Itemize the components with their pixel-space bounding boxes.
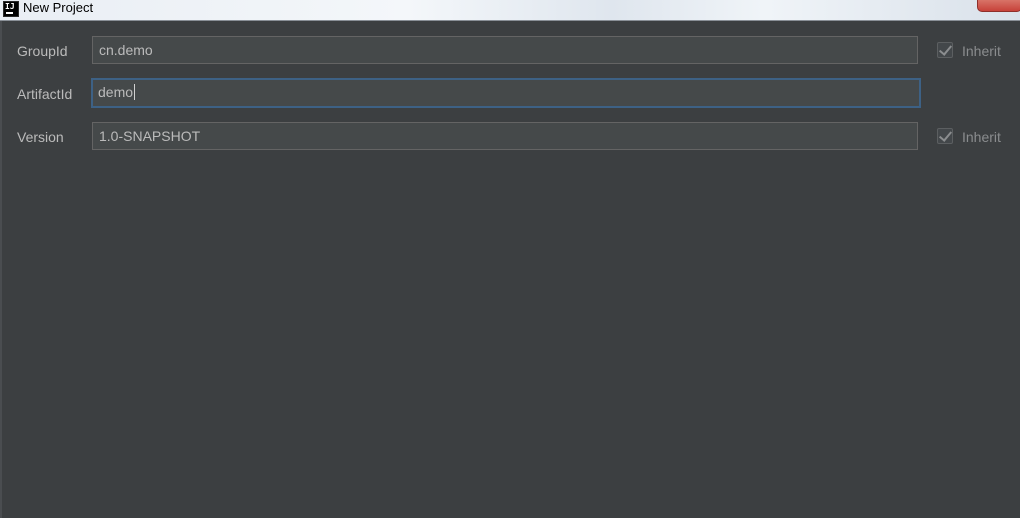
window-border (0, 21, 2, 518)
version-label: Version (17, 129, 64, 145)
checkmark-icon (938, 42, 953, 56)
version-input[interactable]: 1.0-SNAPSHOT (92, 122, 918, 150)
groupid-inherit-label: Inherit (962, 43, 1001, 59)
artifactid-input[interactable]: demo (91, 78, 921, 108)
title-bar: IJ New Project (0, 0, 1020, 21)
groupid-label: GroupId (17, 43, 68, 59)
artifactid-value: demo (98, 84, 134, 100)
artifactid-label: ArtifactId (17, 86, 73, 102)
close-window-button[interactable] (977, 0, 1020, 12)
version-inherit-label: Inherit (962, 129, 1001, 145)
version-inherit-checkbox[interactable] (937, 128, 953, 144)
text-caret (134, 84, 136, 101)
checkmark-icon (938, 128, 953, 142)
groupid-inherit-checkbox[interactable] (937, 42, 953, 58)
window-title: New Project (23, 0, 94, 15)
intellij-idea-icon: IJ (3, 1, 19, 17)
groupid-input[interactable]: cn.demo (92, 36, 918, 64)
